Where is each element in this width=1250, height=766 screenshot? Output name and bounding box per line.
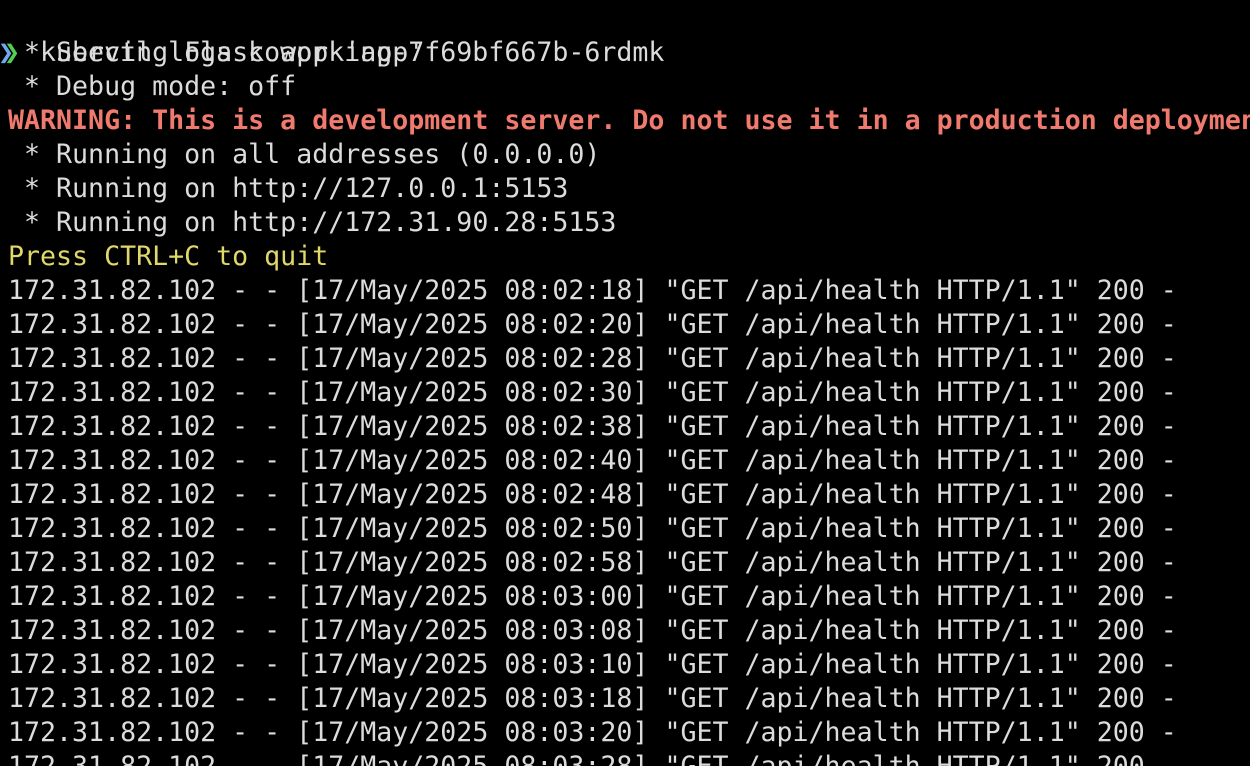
serving-line: * Serving Flask app 'app' [8,37,425,68]
log-line: 172.31.82.102 - - [17/May/2025 08:03:20]… [8,717,1177,748]
log-line: 172.31.82.102 - - [17/May/2025 08:03:08]… [8,615,1177,646]
log-line: 172.31.82.102 - - [17/May/2025 08:02:58]… [8,547,1177,578]
warning-line: WARNING: This is a development server. D… [8,105,1250,136]
running-ip-line: * Running on http://172.31.90.28:5153 [8,207,617,238]
press-quit-line: Press CTRL+C to quit [8,241,329,272]
running-all-line: * Running on all addresses (0.0.0.0) [8,139,601,170]
log-line: 172.31.82.102 - - [17/May/2025 08:02:30]… [8,377,1177,408]
log-line: 172.31.82.102 - - [17/May/2025 08:03:18]… [8,683,1177,714]
log-line: 172.31.82.102 - - [17/May/2025 08:02:18]… [8,275,1177,306]
debug-line: * Debug mode: off [8,71,297,102]
log-line: 172.31.82.102 - - [17/May/2025 08:03:00]… [8,581,1177,612]
log-line: 172.31.82.102 - - [17/May/2025 08:02:20]… [8,309,1177,340]
running-local-line: * Running on http://127.0.0.1:5153 [8,173,569,204]
log-line: 172.31.82.102 - - [17/May/2025 08:02:40]… [8,445,1177,476]
log-line: 172.31.82.102 - - [17/May/2025 08:03:10]… [8,649,1177,680]
log-line: 172.31.82.102 - - [17/May/2025 08:02:38]… [8,411,1177,442]
log-line: 172.31.82.102 - - [17/May/2025 08:02:48]… [8,479,1177,510]
log-line: 172.31.82.102 - - [17/May/2025 08:02:50]… [8,513,1177,544]
log-line: 172.31.82.102 - - [17/May/2025 08:02:28]… [8,343,1177,374]
log-line: 172.31.82.102 - - [17/May/2025 08:03:28]… [8,750,1177,766]
prompt-line: ❯❯kubectl logs coworking-7f69bf667b-6rdm… [0,2,664,68]
terminal-window[interactable]: ❯❯kubectl logs coworking-7f69bf667b-6rdm… [0,0,1250,766]
